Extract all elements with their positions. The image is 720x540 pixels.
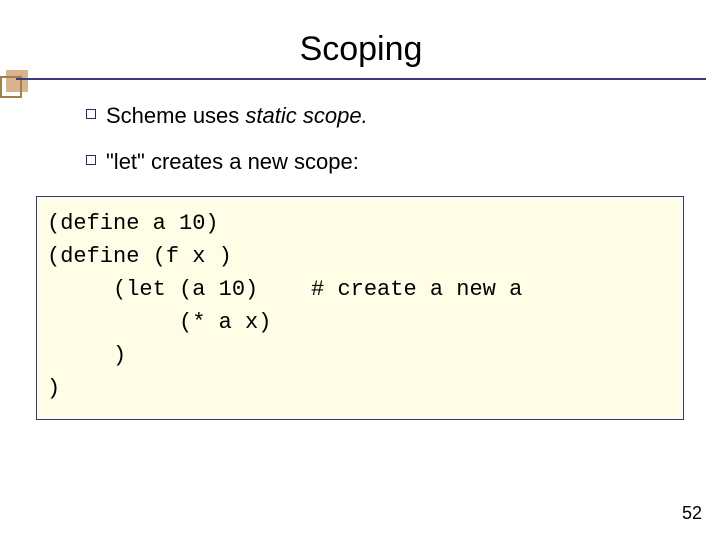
code-line: (define a 10) xyxy=(47,207,673,240)
code-line: (let (a 10) # create a new a xyxy=(47,273,673,306)
code-block: (define a 10) (define (f x ) (let (a 10)… xyxy=(36,196,684,420)
title-region: Scoping xyxy=(16,30,706,82)
bullet-list: Scheme uses static scope. "let" creates … xyxy=(86,102,686,193)
page-number: 52 xyxy=(682,503,702,524)
bullet-text: Scheme uses static scope. xyxy=(106,102,368,130)
square-bullet-icon xyxy=(86,109,96,119)
slide: Scoping Scheme uses static scope. "let" … xyxy=(0,0,720,540)
bullet-item: Scheme uses static scope. xyxy=(86,102,686,130)
code-line: (* a x) xyxy=(47,306,673,339)
code-line: ) xyxy=(47,372,673,405)
bullet-item: "let" creates a new scope: xyxy=(86,148,686,176)
bullet-text-plain: Scheme uses xyxy=(106,103,245,128)
bullet-text-italic: static scope. xyxy=(245,103,367,128)
title-underline xyxy=(16,78,706,80)
code-line: ) xyxy=(47,339,673,372)
bullet-text: "let" creates a new scope: xyxy=(106,148,359,176)
square-bullet-icon xyxy=(86,155,96,165)
bullet-text-plain: "let" creates a new scope: xyxy=(106,149,359,174)
slide-title: Scoping xyxy=(16,30,706,69)
code-line: (define (f x ) xyxy=(47,240,673,273)
